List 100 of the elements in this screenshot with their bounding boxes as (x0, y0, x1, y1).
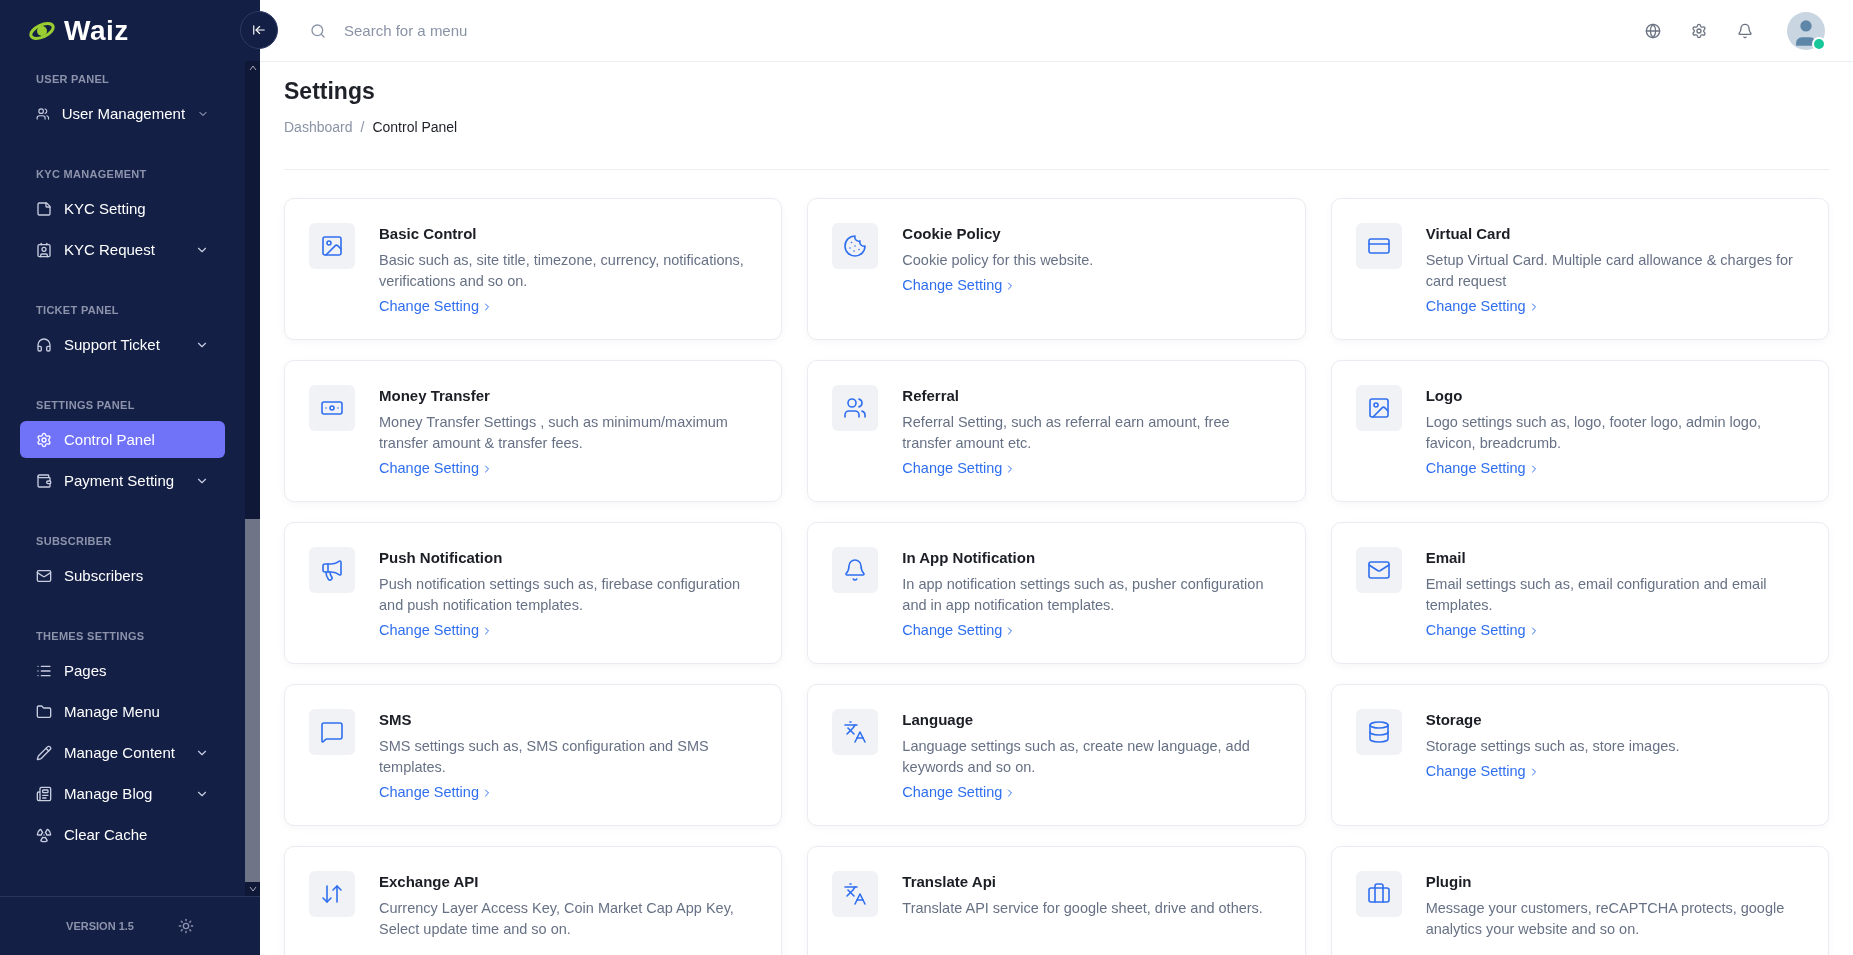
version-label: VERSION 1.5 (66, 920, 134, 932)
sidebar-item[interactable]: Clear Cache (20, 816, 225, 853)
change-setting-link[interactable]: Change Setting (379, 620, 493, 641)
breadcrumb-item[interactable]: Dashboard (284, 119, 353, 135)
section-title: TICKET PANEL (35, 303, 120, 318)
folder-icon (36, 703, 52, 720)
sidebar-item[interactable]: Control Panel (20, 421, 225, 458)
users-icon (36, 105, 50, 122)
change-setting-link[interactable]: Change Setting (1425, 620, 1540, 641)
megaphone-icon (309, 547, 355, 593)
theme-toggle-icon[interactable] (177, 918, 194, 934)
card-title: In App Notification (902, 549, 1037, 566)
change-setting-link[interactable]: Change Setting (902, 458, 1017, 479)
image-icon (309, 223, 355, 269)
settings-icon[interactable] (1691, 22, 1707, 39)
cookie-icon (832, 223, 879, 269)
translate-icon (832, 871, 879, 917)
card-title: Virtual Card (1425, 225, 1512, 242)
credit-card-icon (1355, 223, 1402, 269)
id-card-icon (36, 241, 52, 258)
collapse-button[interactable] (240, 11, 278, 49)
bell-icon (832, 547, 879, 593)
sidebar-item[interactable]: User Management (20, 95, 225, 132)
card-description: In app notification settings such as, pusher configuration and in app notification templates. (902, 575, 1265, 615)
sidebar-item[interactable]: Manage Blog (20, 775, 225, 812)
user-avatar[interactable] (1787, 11, 1825, 50)
sidebar-item[interactable]: Payment Setting (20, 462, 225, 499)
database-icon (1355, 709, 1402, 755)
sidebar-item[interactable]: Support Ticket (20, 326, 225, 363)
logo-icon (28, 19, 56, 42)
image-icon (1355, 385, 1402, 431)
card-description: Translate API service for google sheet, drive and others. (902, 899, 1263, 918)
sidebar-item[interactable]: Manage Content (20, 734, 225, 771)
card-title: Exchange API (379, 873, 480, 890)
card-title: Storage (1425, 711, 1483, 728)
card-title: Email (1425, 549, 1467, 566)
change-setting-link[interactable]: Change Setting (379, 296, 493, 317)
change-setting-link[interactable]: Change Setting (379, 458, 493, 479)
card-description: Currency Layer Access Key, Coin Market Cap App Key, Select update time and so on. (379, 899, 735, 939)
card-description: Push notification settings such as, firebase configuration and push notification templates. (379, 575, 742, 615)
card-title: Money Transfer (379, 387, 491, 404)
wallet-icon (36, 472, 52, 489)
card-title: Logo (1425, 387, 1464, 404)
change-setting-link[interactable]: Change Setting (1425, 296, 1540, 317)
card-description: Email settings such as, email configuration and email templates. (1425, 575, 1768, 615)
change-setting-link[interactable]: Change Setting (902, 782, 1017, 803)
settings-icon (36, 431, 52, 448)
note-icon (36, 200, 52, 217)
section-title: USER PANEL (35, 72, 111, 87)
breadcrumb-separator: / (360, 119, 365, 135)
card-description: Cookie policy for this website. (902, 251, 1094, 270)
language-icon[interactable] (1645, 22, 1661, 39)
card-title: Push Notification (379, 549, 504, 566)
mail-icon (36, 567, 52, 584)
notification-icon[interactable] (1737, 22, 1753, 39)
arrows-icon (309, 871, 355, 917)
scrollbar[interactable] (245, 61, 260, 896)
logo-text: Waiz (64, 14, 129, 47)
scroll-up-icon[interactable] (248, 65, 257, 71)
card-description: Setup Virtual Card. Multiple card allowance & charges for card request (1425, 251, 1794, 291)
card-title: Referral (902, 387, 961, 404)
banknote-icon (309, 385, 355, 431)
sidebar-item[interactable]: KYC Request (20, 231, 225, 268)
sidebar-item[interactable]: Manage Menu (20, 693, 225, 730)
card-title: Translate Api (902, 873, 997, 890)
scroll-down-icon[interactable] (248, 886, 257, 892)
card-description: Money Transfer Settings , such as minimum/maximum transfer amount & transfer fees. (379, 413, 729, 453)
card-description: Language settings such as, create new language, add keywords and so on. (902, 737, 1251, 777)
change-setting-link[interactable]: Change Setting (379, 782, 493, 803)
chat-icon (309, 709, 355, 755)
users-icon (832, 385, 879, 431)
mail-icon (1355, 547, 1402, 593)
change-setting-link[interactable]: Change Setting (1425, 458, 1540, 479)
card-description: Referral Setting, such as referral earn amount, free transfer amount etc. (902, 413, 1231, 453)
newspaper-icon (36, 785, 52, 802)
translate-icon (832, 709, 879, 755)
change-setting-link[interactable]: Change Setting (902, 620, 1017, 641)
sidebar-item[interactable]: Subscribers (20, 557, 225, 594)
pencil-icon (36, 744, 52, 761)
breadcrumb-item[interactable]: Control Panel (372, 119, 458, 135)
arrow-left-icon (252, 23, 266, 37)
section-title: SUBSCRIBER (35, 534, 113, 549)
sidebar-item[interactable]: Pages (20, 652, 225, 689)
card-title: Cookie Policy (902, 225, 1002, 242)
briefcase-icon (1355, 871, 1402, 917)
sidebar-item[interactable]: KYC Setting (20, 190, 225, 227)
headphones-icon (36, 336, 52, 353)
section-title: THEMES SETTINGS (35, 629, 146, 644)
card-description: Message your customers, reCAPTCHA protects, google analytics your website and so on. (1425, 899, 1786, 939)
page-title: Settings (284, 78, 376, 105)
change-setting-link[interactable]: Change Setting (902, 275, 1017, 296)
section-title: SETTINGS PANEL (35, 398, 136, 413)
search-icon (310, 22, 326, 39)
change-setting-link[interactable]: Change Setting (1425, 761, 1540, 782)
card-title: Language (902, 711, 975, 728)
card-description: SMS settings such as, SMS configuration and SMS templates. (379, 737, 710, 777)
section-title: KYC MANAGEMENT (35, 167, 148, 182)
card-description: Basic such as, site title, timezone, currency, notifications, verifications and so on. (379, 251, 745, 291)
card-title: Basic Control (379, 225, 478, 242)
card-title: Plugin (1425, 873, 1473, 890)
